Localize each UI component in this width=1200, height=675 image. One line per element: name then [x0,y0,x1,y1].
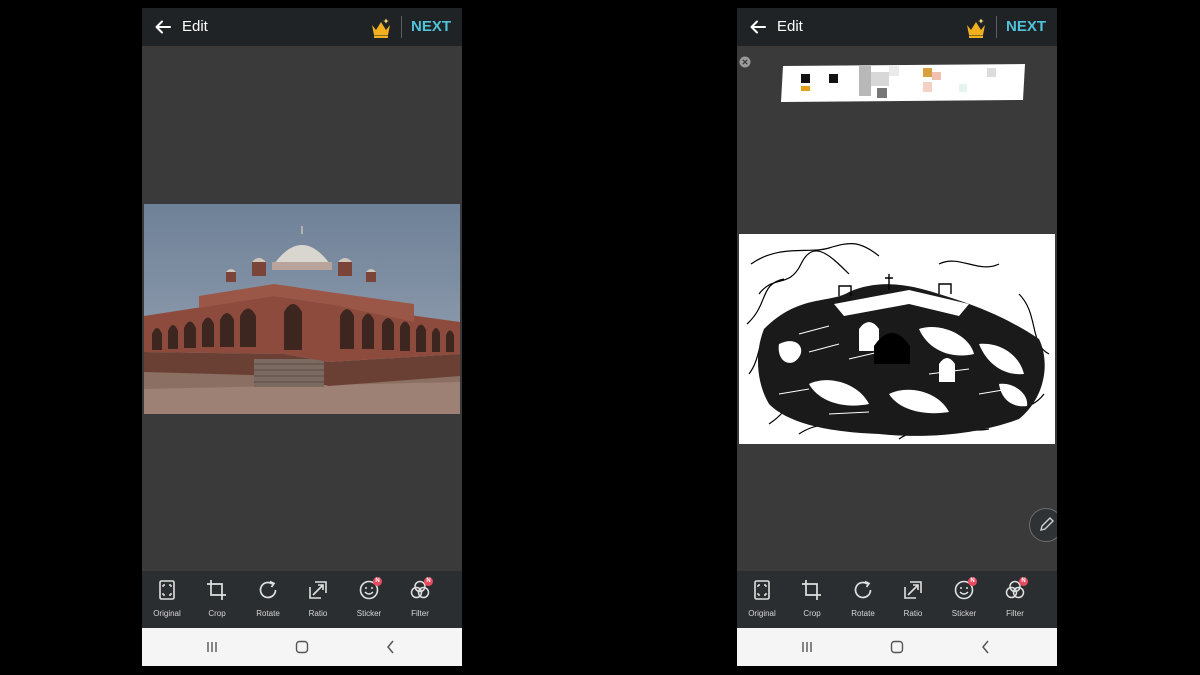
tool-rotate[interactable]: Rotate [838,571,888,628]
tool-label: Ratio [308,609,328,618]
sketch-filtered-photo[interactable] [739,234,1055,444]
app-bar-divider [401,16,402,38]
tool-label: Ratio [903,609,923,618]
phone-screen-original: Edit NEXT Original Crop Rotate Ratio N S… [142,8,462,666]
crop-icon [802,580,821,600]
app-bar-divider [996,16,997,38]
new-badge: N [1019,577,1028,586]
home-icon[interactable] [889,639,905,655]
system-nav-bar [737,628,1057,666]
back-nav-icon[interactable] [978,639,994,655]
phone-screen-sketch: Edit NEXT Original Crop Rotate Ratio N S… [737,8,1057,666]
tool-label: Filter [411,609,429,618]
tool-label: Rotate [256,609,280,618]
tool-label: Sticker [951,609,977,618]
monument-photo[interactable] [144,204,460,414]
tool-crop[interactable]: Crop [192,571,242,628]
tool-label: Original [153,609,181,618]
tool-label: Rotate [851,609,875,618]
close-icon[interactable] [739,56,751,68]
tool-label: Original [748,609,776,618]
edit-pencil-button[interactable] [1029,508,1057,542]
tool-sticker[interactable]: N Sticker [344,571,394,628]
crown-icon[interactable] [964,17,988,39]
tool-label: Crop [208,609,226,618]
tool-ratio[interactable]: Ratio [888,571,938,628]
tool-crop[interactable]: Crop [787,571,837,628]
back-arrow-icon[interactable] [749,18,767,36]
edit-toolbar: Original Crop Rotate Ratio N Sticker N F… [142,571,462,628]
system-nav-bar [142,628,462,666]
ratio-icon [309,581,327,599]
tool-rotate[interactable]: Rotate [243,571,293,628]
tool-label: Sticker [356,609,382,618]
crown-icon[interactable] [369,17,393,39]
app-bar: Edit NEXT [737,8,1057,46]
new-badge: N [424,577,433,586]
back-nav-icon[interactable] [383,639,399,655]
home-icon[interactable] [294,639,310,655]
tool-ratio[interactable]: Ratio [293,571,343,628]
rotate-icon [854,580,872,599]
ad-banner[interactable] [781,64,1027,102]
tool-original[interactable]: Original [737,571,787,628]
tool-label: Crop [803,609,821,618]
tool-filter[interactable]: N Filter [395,571,445,628]
recent-apps-icon[interactable] [204,639,220,655]
app-bar: Edit NEXT [142,8,462,46]
page-title: Edit [182,18,208,35]
original-icon [159,580,175,600]
next-button[interactable]: NEXT [1003,18,1049,36]
tool-original[interactable]: Original [142,571,192,628]
new-badge: N [373,577,382,586]
original-icon [754,580,770,600]
page-title: Edit [777,18,803,35]
ratio-icon [904,581,922,599]
edit-toolbar: Original Crop Rotate Ratio N Sticker N F… [737,571,1057,628]
next-button[interactable]: NEXT [408,18,454,36]
edit-canvas [737,46,1057,571]
tool-sticker[interactable]: N Sticker [939,571,989,628]
crop-icon [207,580,226,600]
rotate-icon [259,580,277,599]
tool-filter[interactable]: N Filter [990,571,1040,628]
recent-apps-icon[interactable] [799,639,815,655]
new-badge: N [968,577,977,586]
pencil-icon [1040,517,1054,531]
tool-label: Filter [1006,609,1024,618]
edit-canvas [142,46,462,571]
back-arrow-icon[interactable] [154,18,172,36]
